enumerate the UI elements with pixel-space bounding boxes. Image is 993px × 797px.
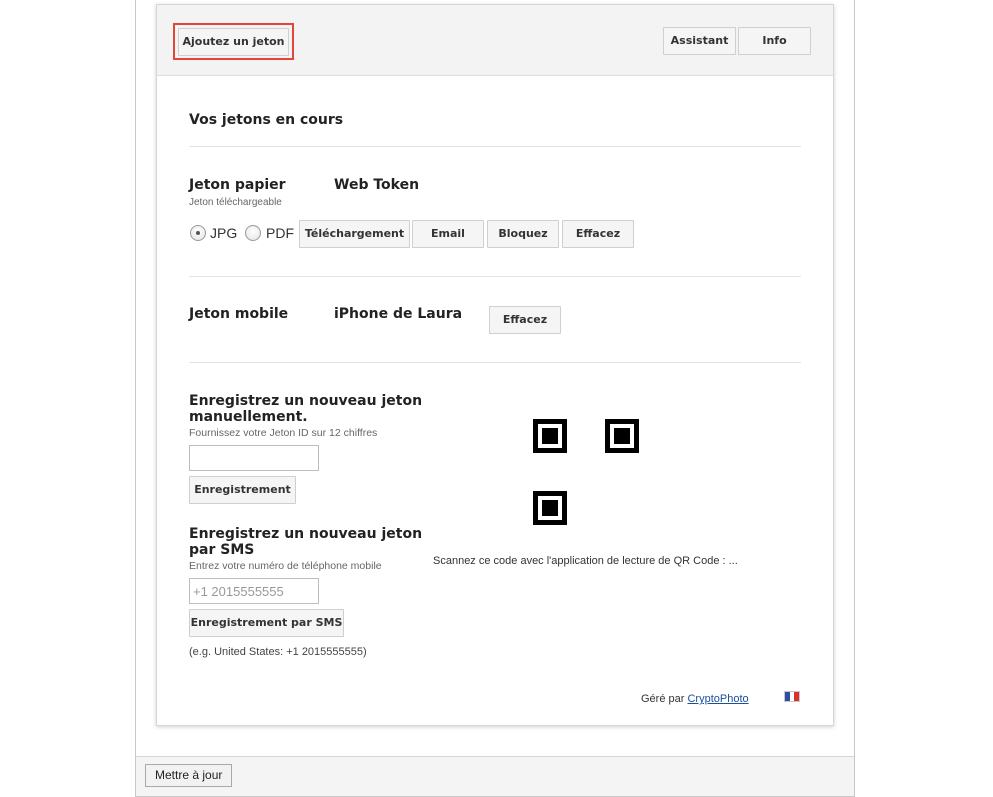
sms-example: (e.g. United States: +1 2015555555) (189, 646, 367, 658)
paper-token-name: Web Token (334, 177, 420, 193)
bottom-bar: Mettre à jour (136, 756, 854, 796)
update-button[interactable]: Mettre à jour (145, 764, 233, 787)
managed-by-text: Géré par (641, 693, 685, 705)
cryptophoto-link[interactable]: CryptoPhoto (687, 693, 748, 705)
divider (189, 362, 801, 363)
pdf-radio-label: PDF (266, 225, 294, 241)
paper-token-label: Jeton papier (189, 177, 286, 193)
mobile-token-label: Jeton mobile (189, 306, 289, 322)
info-button[interactable]: Info (738, 27, 811, 55)
token-id-input[interactable] (189, 445, 319, 471)
register-button[interactable]: Enregistrement (189, 476, 296, 504)
download-button[interactable]: Téléchargement (299, 220, 410, 248)
sms-registration-hint: Entrez votre numéro de téléphone mobile (189, 560, 382, 572)
qr-code-image (533, 419, 639, 525)
divider (189, 276, 801, 277)
manual-registration-title: Enregistrez un nouveau jeton manuellemen… (189, 393, 423, 425)
qr-caption: Scannez ce code avec l'application de le… (433, 555, 738, 567)
sms-register-button[interactable]: Enregistrement par SMS (189, 609, 344, 637)
panel-header: Ajoutez un jeton Assistant Info (157, 5, 833, 76)
delete-mobile-token-button[interactable]: Effacez (489, 306, 561, 334)
jpg-radio[interactable] (190, 225, 206, 241)
current-tokens-title: Vos jetons en cours (189, 112, 344, 128)
sms-registration-title: Enregistrez un nouveau jeton par SMS (189, 526, 423, 558)
token-panel: Ajoutez un jeton Assistant Info Vos jeto… (156, 4, 834, 726)
divider (189, 146, 801, 147)
manual-registration-hint: Fournissez votre Jeton ID sur 12 chiffre… (189, 427, 378, 439)
jpg-radio-label: JPG (210, 225, 238, 241)
assistant-button[interactable]: Assistant (663, 27, 736, 55)
paper-token-sublabel: Jeton téléchargeable (189, 197, 282, 208)
email-button[interactable]: Email (412, 220, 484, 248)
block-button[interactable]: Bloquez (487, 220, 559, 248)
add-token-button[interactable]: Ajoutez un jeton (178, 28, 289, 56)
phone-number-input[interactable] (189, 578, 319, 604)
pdf-radio[interactable] (245, 225, 261, 241)
managed-by: Géré par CryptoPhoto (641, 693, 749, 705)
mobile-token-name: iPhone de Laura (334, 306, 463, 322)
flag-fr-icon[interactable] (784, 691, 800, 702)
delete-paper-token-button[interactable]: Effacez (562, 220, 634, 248)
